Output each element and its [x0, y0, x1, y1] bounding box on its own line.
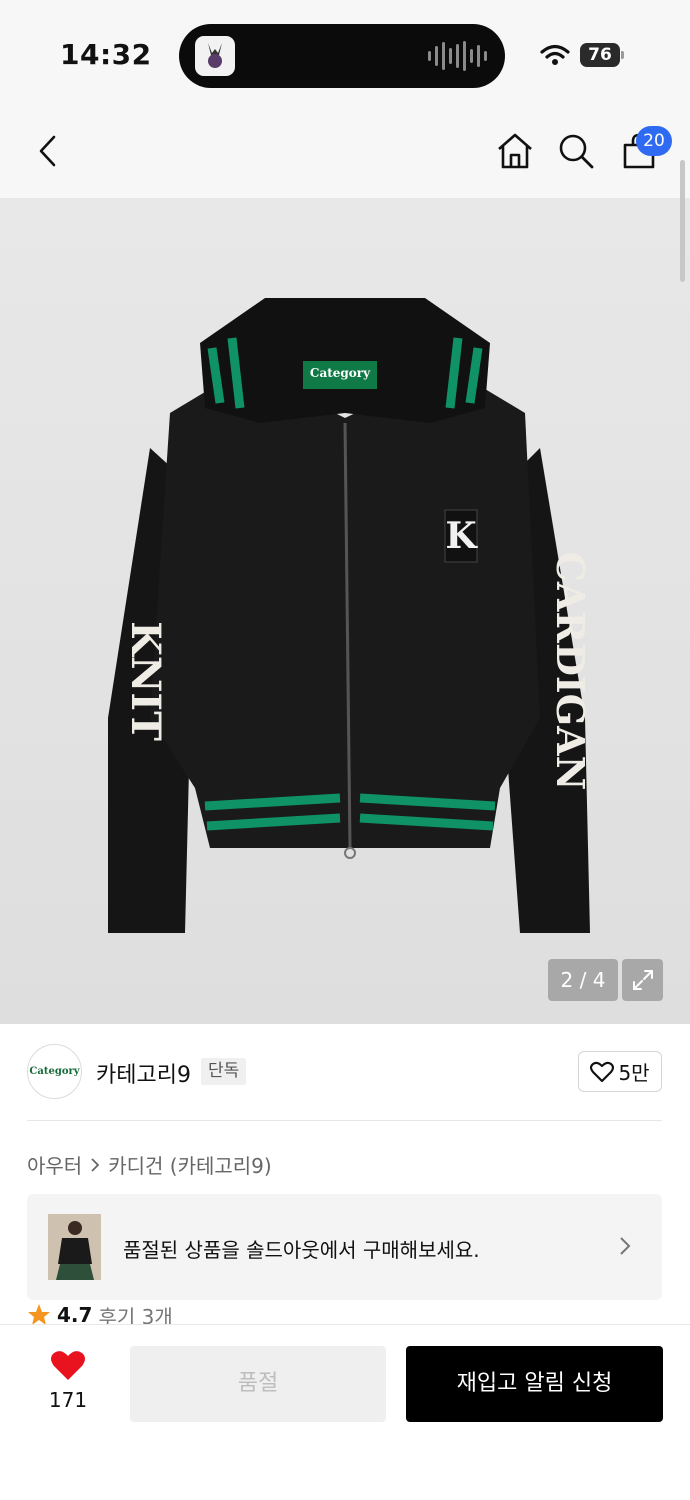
chevron-left-icon — [39, 135, 56, 167]
brand-like-button[interactable]: 5만 — [578, 1051, 662, 1092]
brand-name[interactable]: 카테고리9 — [96, 1057, 191, 1089]
audio-wave-icon — [428, 40, 487, 72]
back-button[interactable] — [25, 128, 71, 174]
brand-like-count: 5만 — [618, 1061, 650, 1085]
divider — [27, 1120, 662, 1121]
image-counter: 2 / 4 — [548, 959, 618, 1001]
search-icon — [559, 134, 594, 169]
wishlist-count: 171 — [48, 1388, 88, 1412]
chevron-right-icon — [91, 1157, 100, 1172]
scroll-indicator[interactable] — [680, 160, 685, 282]
product-image[interactable]: Category K KNIT CARDIGAN — [0, 198, 690, 1024]
heart-outline-icon — [590, 1061, 615, 1082]
breadcrumb: 아우터 카디건 (카테고리9) — [27, 1150, 272, 1179]
brand-logo[interactable]: Category — [27, 1044, 82, 1099]
banner-thumbnail — [48, 1214, 101, 1280]
right-sleeve-text: CARDIGAN — [548, 551, 593, 791]
soldout-button[interactable]: 품절 — [130, 1346, 386, 1422]
battery-indicator: 76 — [580, 43, 620, 67]
expand-button[interactable] — [622, 959, 663, 1001]
restock-alert-button[interactable]: 재입고 알림 신청 — [406, 1346, 663, 1422]
soldout-banner[interactable]: 품절된 상품을 솔드아웃에서 구매해보세요. — [27, 1194, 662, 1300]
breadcrumb-subcategory[interactable]: 카디건 (카테고리9) — [108, 1150, 272, 1179]
bottom-action-bar: 171 품절 재입고 알림 신청 — [0, 1324, 690, 1500]
left-sleeve-text: KNIT — [122, 621, 169, 741]
status-time: 14:32 — [60, 38, 152, 71]
top-nav — [0, 110, 690, 198]
cart-count-badge: 20 — [636, 126, 672, 156]
heart-filled-icon — [51, 1351, 85, 1380]
dynamic-island — [179, 24, 505, 88]
banner-text: 품절된 상품을 솔드아웃에서 구매해보세요. — [123, 1238, 480, 1262]
home-button[interactable] — [492, 128, 538, 174]
chevron-right-icon — [620, 1237, 631, 1255]
home-icon — [498, 133, 532, 169]
breadcrumb-category[interactable]: 아우터 — [27, 1150, 82, 1179]
now-playing-app-icon — [195, 36, 235, 76]
collar-tag-label: Category — [309, 366, 371, 380]
wifi-icon — [540, 44, 570, 65]
wishlist-button[interactable]: 171 — [40, 1350, 96, 1412]
search-button[interactable] — [553, 128, 599, 174]
status-bar: 14:32 76 — [0, 0, 690, 110]
expand-icon — [632, 970, 653, 990]
chest-letter: K — [445, 515, 477, 557]
exclusive-badge: 단독 — [201, 1058, 247, 1085]
battery-tip — [621, 51, 624, 59]
